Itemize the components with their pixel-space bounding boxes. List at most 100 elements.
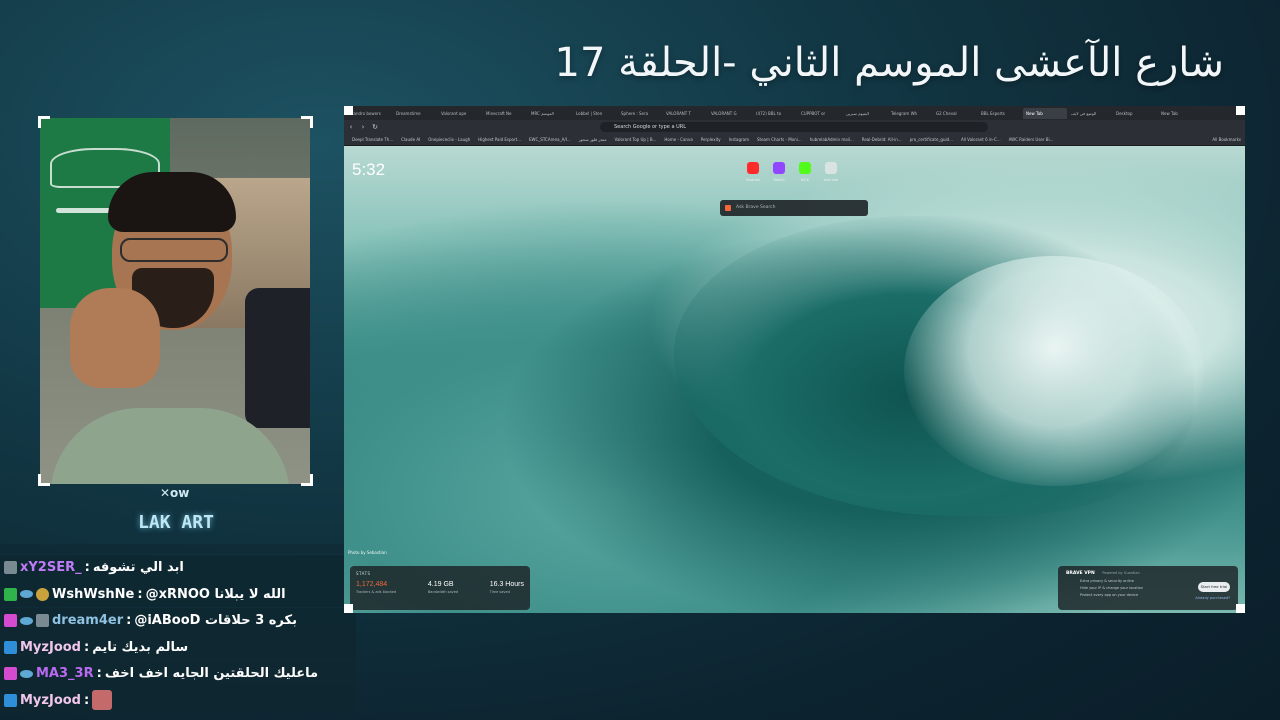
shortcut-label: Add site: [824, 178, 839, 182]
bookmarks-bar: Deepl Translate Th... Claude AI Onepiececl…: [344, 134, 1245, 146]
browser-tab[interactable]: CUPPBOT or: [798, 108, 842, 119]
bookmark-item[interactable]: pro_certificate_guid...: [910, 137, 953, 142]
browser-tab[interactable]: Minecraft Ne: [483, 108, 527, 119]
start-trial-button[interactable]: Start free trial: [1198, 582, 1230, 592]
shortcut-tile[interactable]: Twitch: [772, 162, 786, 182]
browser-tab[interactable]: (472) BBL to: [753, 108, 797, 119]
browser-tab[interactable]: Lobbel | Sten: [573, 108, 617, 119]
stats-widget: STATS 1,172,484 Trackers & ads blocked 4…: [350, 566, 530, 610]
chat-text: ماعليك الحلقتين الجايه اخف اخف: [104, 666, 319, 681]
already-purchased-link[interactable]: Already purchased?: [1195, 596, 1230, 600]
browser-tab[interactable]: Telegram Wh: [888, 108, 932, 119]
browser-tab[interactable]: BBL Esports: [978, 108, 1022, 119]
brave-search-box[interactable]: Ask Brave Search: [720, 200, 868, 216]
chat-message: MyzJood : سالم بديك تايم: [0, 634, 356, 660]
bookmark-item[interactable]: Onepiececlix - Laugh: [428, 137, 470, 142]
gaming-chair: [245, 288, 310, 428]
bookmark-item[interactable]: Steam Charts - Moni...: [757, 137, 802, 142]
tab-strip: Sandro bowers Dreamstime Valorant ope Minec…: [344, 106, 1245, 120]
shortcut-tile[interactable]: Youtube: [746, 162, 760, 182]
streamer-hand: [70, 288, 160, 388]
bookmark-item[interactable]: hubrelabAdmin mail...: [810, 137, 854, 142]
shortcut-label: Twitch: [773, 178, 785, 182]
chat-username[interactable]: MyzJood: [20, 693, 81, 708]
chat-row-partial: [0, 544, 356, 554]
browser-tab[interactable]: الوضع في لايف: [1068, 108, 1112, 119]
browser-tab[interactable]: VALORANT T: [663, 108, 707, 119]
glasses: [120, 238, 228, 262]
search-placeholder: Ask Brave Search: [736, 205, 776, 210]
add-site-icon: [825, 162, 837, 174]
chat-username[interactable]: WshWshNe: [52, 587, 134, 602]
browser-tab[interactable]: Desktop: [1113, 108, 1157, 119]
shortcut-label: KICK: [800, 178, 810, 182]
link-badge-icon: [20, 616, 33, 625]
vpn-powered: Powered by Guardian: [1102, 571, 1140, 575]
star-badge-icon: [4, 693, 17, 707]
bookmark-item[interactable]: All Valorant 6 in-C...: [961, 137, 1001, 142]
stream-title: شارع الآعشى الموسم الثاني -الحلقة 17: [554, 40, 1224, 86]
chat-separator: :: [137, 586, 143, 602]
webcam-feed: [40, 118, 310, 484]
bookmark-item[interactable]: Highest Paid Esport...: [478, 137, 521, 142]
chat-message: dream4er : @iABooD بكره 3 حلاقات: [0, 607, 356, 634]
browser-tab[interactable]: MRC الموسم: [528, 108, 572, 119]
browser-tab[interactable]: VALORANT G: [708, 108, 752, 119]
wave-foam: [904, 256, 1204, 486]
heart-badge-icon: [4, 667, 17, 680]
bookmark-item[interactable]: AWC Raiders User Bi...: [1009, 137, 1054, 142]
chat-username[interactable]: MyzJood: [20, 640, 81, 655]
chat-message: MA3_3R : ماعليك الحلقتين الجايه اخف اخف: [0, 660, 356, 687]
capture-corner: [344, 106, 353, 115]
chat-text: @xRNOO الله لا يبلانا: [145, 586, 286, 602]
shortcut-tile[interactable]: Add site: [824, 162, 838, 182]
gold-badge-icon: [36, 587, 49, 601]
bookmark-item[interactable]: Claude AI: [401, 137, 420, 142]
browser-tab[interactable]: Sandro bowers: [348, 108, 392, 119]
chat-username[interactable]: xY2SER_: [20, 560, 82, 575]
browser-tab[interactable]: G2 Cheval: [933, 108, 977, 119]
star-badge-icon: [4, 640, 17, 654]
bookmark-item[interactable]: EWC_STCArena_A/I...: [529, 137, 571, 142]
bookmark-item[interactable]: Perplexity: [701, 137, 721, 142]
back-icon[interactable]: ‹: [346, 123, 356, 131]
chat-username[interactable]: dream4er: [52, 613, 123, 628]
forward-icon[interactable]: ›: [358, 123, 368, 131]
chat-separator: :: [83, 639, 90, 655]
browser-toolbar: ‹ › ↻ Search Google or type a URL: [344, 120, 1245, 134]
reload-icon[interactable]: ↻: [370, 123, 380, 131]
shortcut-tile[interactable]: KICK: [798, 162, 812, 182]
twitch-icon: [773, 162, 785, 174]
browser-tab[interactable]: Dreamstime: [393, 108, 437, 119]
address-bar[interactable]: Search Google or type a URL: [600, 122, 988, 132]
webcam-corner: [301, 116, 313, 128]
bookmark-item[interactable]: Instagram: [729, 137, 749, 142]
chat-text: @iABooD بكره 3 حلاقات: [134, 613, 297, 628]
clock: 5:32: [352, 160, 386, 179]
bookmark-item[interactable]: Home - Canva: [664, 137, 692, 142]
browser-tab[interactable]: New Tab: [1023, 107, 1067, 119]
bookmark-item[interactable]: Valorant Top Up | B...: [615, 137, 657, 142]
all-bookmarks-button[interactable]: All Bookmarks: [1212, 134, 1241, 145]
browser-tab[interactable]: Sphere : Sera: [618, 108, 662, 119]
webcam-corner: [301, 474, 313, 486]
vpn-title: BRAVE VPN: [1066, 571, 1095, 576]
chat-message: xY2SER_ : ابد الي تشوفه: [0, 554, 356, 581]
bookmark-item[interactable]: متجر فلور سحور: [579, 137, 607, 142]
browser-tab[interactable]: New Tab: [1158, 108, 1202, 119]
browser-tab[interactable]: Valorant ope: [438, 108, 482, 119]
chat-username[interactable]: MA3_3R: [36, 666, 94, 681]
shortcut-label: Youtube: [746, 178, 760, 182]
bookmark-item[interactable]: Deepl Translate Th...: [352, 137, 393, 142]
browser-tab[interactable]: لايفيوم سيرين: [843, 108, 887, 119]
chat-message: MyzJood :: [0, 687, 356, 713]
webcam-corner: [38, 474, 50, 486]
capture-corner: [344, 604, 353, 613]
stat-time: 16.3 Hours Time saved: [489, 581, 524, 594]
stats-title: STATS: [356, 571, 371, 576]
grey-badge-icon: [36, 614, 49, 627]
quick-shortcuts: Youtube Twitch KICK Add site: [746, 162, 838, 182]
bookmark-item[interactable]: Real-Debrid: All-in...: [862, 137, 902, 142]
photo-credit[interactable]: Photo by Sebastian: [348, 550, 387, 555]
chat-message: WshWshNe : @xRNOO الله لا يبلانا: [0, 581, 356, 607]
